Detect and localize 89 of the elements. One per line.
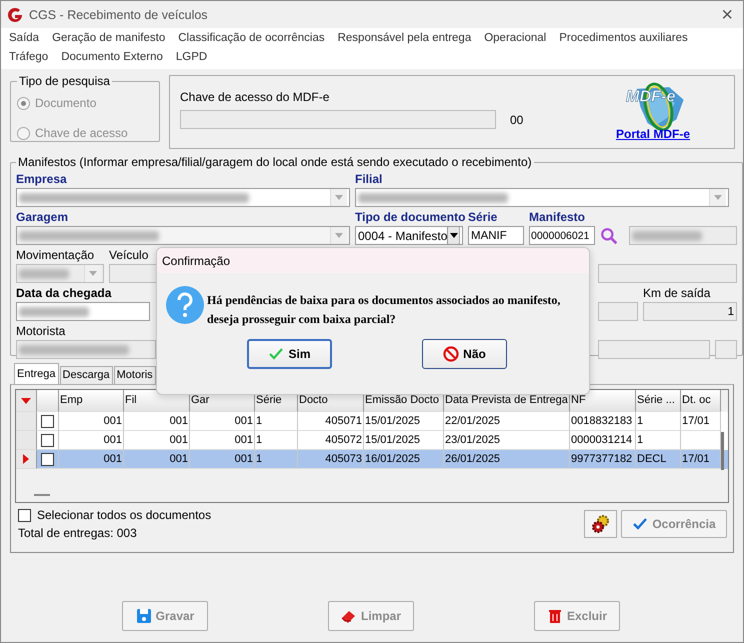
menu-item[interactable]: Tráfego <box>9 48 48 67</box>
scroll-bar[interactable] <box>721 432 724 470</box>
no-entry-icon <box>443 346 460 362</box>
field-label: Série <box>468 209 498 226</box>
table-cell: 26/01/2025 <box>444 450 570 469</box>
sort-arrow-icon <box>21 398 31 404</box>
window-title: CGS - Recebimento de veículos <box>29 8 209 22</box>
group-title: Manifestos (Informar empresa/filial/garagem do local onde está sendo executado o recebimento) <box>17 155 533 169</box>
driver-field[interactable] <box>16 340 156 359</box>
field-label: Km de saída <box>643 285 712 302</box>
column-header[interactable]: Emp <box>59 390 124 412</box>
current-row-icon <box>23 454 29 464</box>
field-label: Motorista <box>16 323 66 340</box>
movement-combo[interactable] <box>16 264 104 283</box>
checkbox-column-header <box>37 390 59 412</box>
field-label: Manifesto <box>529 209 586 226</box>
column-header[interactable]: Série ... <box>636 390 681 412</box>
menu-item[interactable]: Geração de manifesto <box>52 29 166 48</box>
dialog-title: Confirmação <box>162 254 230 268</box>
table-cell: 9977377182 <box>570 450 636 469</box>
field-label: Movimentação <box>16 247 96 264</box>
field-label: Filial <box>355 171 384 188</box>
dropdown-arrow-icon <box>714 195 722 200</box>
tab[interactable]: Descarga <box>60 366 113 384</box>
column-header[interactable]: NF <box>570 390 636 412</box>
digit-count: 00 <box>510 112 524 126</box>
manifest-field[interactable]: 0000006021 <box>529 226 595 245</box>
departure-km-field: 1 <box>643 302 737 321</box>
dialog-message: Há pendências de baixa para os documentos associados ao manifesto, deseja prosseguir com baixa parcial? <box>207 292 562 328</box>
table-cell: DECL <box>636 450 681 469</box>
menu-item[interactable]: Documento Externo <box>61 48 163 67</box>
company-combo[interactable] <box>16 188 350 207</box>
app-logo-icon <box>7 6 23 22</box>
row-header[interactable] <box>16 450 37 469</box>
dropdown-arrow-icon <box>335 233 343 238</box>
table-cell: 1 <box>255 450 298 469</box>
no-button[interactable]: Não <box>422 339 507 369</box>
tab[interactable]: Entrega <box>14 363 59 384</box>
question-icon <box>165 285 205 325</box>
menu-item[interactable]: Procedimentos auxiliares <box>559 29 688 48</box>
field-label: Chave de acesso do MDF-e <box>180 90 330 104</box>
garage-combo[interactable] <box>16 226 350 245</box>
menu-item[interactable]: Responsável pela entrega <box>338 29 472 48</box>
check-icon <box>268 346 284 362</box>
menu-item[interactable]: Operacional <box>484 29 546 48</box>
total-label: Total de entregas: 003 <box>18 526 138 540</box>
menu-item[interactable]: Classificação de ocorrências <box>178 29 325 48</box>
driver-code-field <box>715 340 737 359</box>
checkbox[interactable] <box>18 508 31 522</box>
check-icon <box>632 516 648 532</box>
tab[interactable]: Motoris <box>114 366 156 384</box>
table-cell: 001 <box>59 450 124 469</box>
row-checkbox[interactable] <box>41 414 54 428</box>
close-button[interactable]: × <box>721 4 733 24</box>
document-type-combo[interactable]: 0004 - Manifesto <box>355 226 463 245</box>
arrival-km-field <box>598 302 638 321</box>
table-cell: 001 <box>190 450 255 469</box>
arrival-date-field[interactable] <box>16 302 150 321</box>
dropdown-arrow-icon <box>450 233 458 238</box>
search-icon[interactable] <box>600 227 618 245</box>
branch-combo[interactable] <box>355 188 729 207</box>
group-title: Tipo de pesquisa <box>18 74 111 88</box>
dropdown-arrow-icon <box>335 195 343 200</box>
sort-header[interactable] <box>16 390 37 412</box>
gears-icon <box>590 514 610 534</box>
portal-link[interactable]: Portal MDF-e <box>616 127 690 141</box>
series-field[interactable]: MANIF <box>468 226 524 245</box>
field-label: Garagem <box>16 209 70 226</box>
radio-label: Chave de acesso <box>35 126 128 140</box>
table-cell: 001 <box>124 450 190 469</box>
menu-item[interactable]: Saída <box>9 29 40 48</box>
row-checkbox[interactable] <box>41 452 54 466</box>
table-cell: 16/01/2025 <box>364 450 444 469</box>
table-cell: 405073 <box>298 450 364 469</box>
checkbox-label: Selecionar todos os documentos <box>37 508 212 522</box>
dropdown-arrow-icon <box>89 271 97 276</box>
floppy-icon <box>136 608 152 624</box>
eraser-icon <box>340 608 357 624</box>
gears-button[interactable] <box>584 510 617 538</box>
menu-item[interactable]: LGPD <box>176 48 208 67</box>
field-label: Tipo de documento <box>355 209 463 226</box>
radio-label: Documento <box>35 96 96 110</box>
yes-button[interactable]: Sim <box>247 339 332 369</box>
row-checkbox[interactable] <box>41 434 54 446</box>
column-header[interactable]: Dt. oc <box>681 390 721 412</box>
field-label: Data da chegada <box>16 285 112 302</box>
field-label: Empresa <box>16 171 68 188</box>
access-key-field[interactable] <box>180 110 496 129</box>
trash-icon <box>546 608 563 624</box>
